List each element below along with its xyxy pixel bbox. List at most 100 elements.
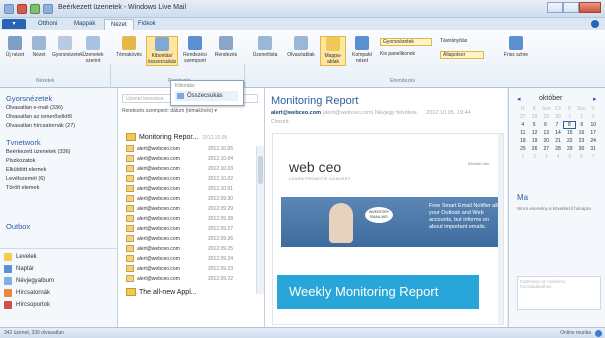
account-heading[interactable]: Tvnetwork (6, 138, 41, 147)
tab-file[interactable]: ▾ (2, 19, 26, 29)
folder-item-deleted[interactable]: Törölt elemek (6, 185, 39, 191)
calendar-day[interactable]: 27 (540, 145, 552, 153)
calendar-day[interactable]: 5 (528, 121, 539, 129)
tab-view[interactable]: Nézet (104, 19, 134, 30)
calendar-day[interactable]: 23 (576, 137, 588, 145)
folder-item-inbox[interactable]: Beérkezett üzenetek (336) (6, 149, 71, 155)
calendar-day[interactable]: 27 (517, 113, 529, 121)
calendar-day[interactable]: 1 (564, 113, 576, 121)
calendar-day[interactable]: 10 (588, 121, 599, 129)
by-messages-button[interactable]: Üzenetek szerint (80, 36, 106, 64)
calendar-day[interactable]: 2 (576, 113, 588, 121)
add-event-box[interactable]: Kattintson az esemény hozzáadásához (517, 276, 601, 310)
calendar-day[interactable]: 25 (517, 145, 529, 153)
threading-button[interactable]: Témakövés (114, 36, 144, 58)
calendar-day[interactable]: 30 (576, 145, 588, 153)
calendar-day[interactable]: 9 (576, 121, 587, 129)
calendar-day[interactable]: 26 (529, 145, 541, 153)
list-item[interactable]: alert@webceo.com 2012.09.27 (126, 224, 254, 234)
minimize-button[interactable] (547, 2, 563, 13)
promo-banner[interactable]: INVENTORY EMAIL ME! Free Smart Email Not… (281, 197, 503, 247)
list-item[interactable]: alert@webceo.com 2012.09.23 (126, 264, 254, 274)
calendar-day[interactable]: 16 (576, 129, 588, 137)
expand-collapse-button[interactable]: Kibontás/ összecsukás (146, 36, 178, 66)
color-button[interactable]: Friss színe (502, 36, 530, 58)
list-scrollbar[interactable] (256, 146, 264, 294)
list-item[interactable]: alert@webceo.com 2012.10.01 (126, 184, 254, 194)
nav-contacts[interactable]: Névjegyalbum (4, 277, 54, 285)
list-item[interactable]: alert@webceo.com 2012.09.24 (126, 254, 254, 264)
calendar-day[interactable]: 7 (587, 153, 599, 161)
nav-calendar[interactable]: Naptár (4, 265, 34, 273)
calendar-day[interactable]: 18 (517, 137, 529, 145)
calendar-day[interactable]: 11 (517, 129, 529, 137)
add-contact-link[interactable]: (alert@webceo.com) Névjegy felvétele (323, 110, 417, 116)
calendar-day[interactable]: 8 (562, 121, 577, 129)
outbox-heading[interactable]: Outbox (6, 222, 30, 231)
calendar-day[interactable]: 13 (540, 129, 552, 137)
maximize-button[interactable] (563, 2, 579, 13)
quick-views-toggle[interactable]: Gyorsnézetek (380, 38, 432, 46)
folder-item-sent[interactable]: Elküldött elemek (6, 167, 46, 173)
list-item[interactable]: alert@webceo.com 2012.10.04 (126, 154, 254, 164)
quick-view-item[interactable]: Olvasatlan e-mail (336) (6, 105, 63, 111)
calendar-day[interactable]: 15 (564, 129, 576, 137)
folder-item-junk[interactable]: Levélszemét (6) (6, 176, 45, 182)
tab-folders[interactable]: Mappák (68, 19, 101, 29)
tab-accounts[interactable]: Fiókok (132, 19, 162, 29)
list-item[interactable]: alert@webceo.com 2012.09.29 (126, 204, 254, 214)
calendar-day[interactable]: 3 (540, 153, 552, 161)
folder-pane-button[interactable]: Mappa-ablak (320, 36, 346, 66)
calendar-day[interactable]: 4 (552, 153, 564, 161)
calendar-day[interactable]: 1 (517, 153, 529, 161)
calendar-day[interactable]: 6 (576, 153, 588, 161)
status-bar-toggle[interactable]: Állapotsor (440, 51, 484, 59)
quick-view-item[interactable]: Olvasatlan az ismerősöktől (6, 114, 72, 120)
calendar-day[interactable]: 28 (529, 113, 541, 121)
calendar-day[interactable]: 19 (529, 137, 541, 145)
calendar-day[interactable]: 14 (552, 129, 564, 137)
new-view-button[interactable]: Új nézet (4, 36, 26, 58)
remote-toggle[interactable]: Távirányítás (440, 38, 492, 44)
quick-views-button[interactable]: Gyorsnézetek (52, 36, 83, 58)
tab-home[interactable]: Otthoni (32, 19, 63, 29)
nav-newsgroups[interactable]: Hírcsoportok (4, 301, 50, 309)
nav-feeds[interactable]: Hírcsatornák (4, 289, 50, 297)
nav-mail[interactable]: Levelek (4, 253, 37, 261)
calendar-day[interactable]: 20 (540, 137, 552, 145)
calendar-day[interactable]: 4 (517, 121, 528, 129)
body-scrollbar[interactable] (498, 134, 503, 324)
list-item[interactable]: alert@webceo.com 2012.09.28 (126, 214, 254, 224)
help-icon[interactable] (591, 20, 599, 28)
calendar-day[interactable]: 7 (551, 121, 562, 129)
list-item[interactable]: alert@webceo.com 2012.09.25 (126, 244, 254, 254)
calendar-day[interactable]: 22 (564, 137, 576, 145)
close-button[interactable] (579, 2, 601, 13)
small-pane-icons-toggle[interactable]: Kis panelikonok (380, 51, 436, 57)
calendar-day[interactable]: 31 (587, 145, 599, 153)
header-link[interactable]: Bővebb Info (468, 161, 489, 166)
calendar-day[interactable]: 30 (552, 113, 564, 121)
list-item[interactable]: alert@webceo.com 2012.09.30 (126, 194, 254, 204)
collapse-menu-item[interactable]: Összecsukás (175, 91, 238, 101)
view-button[interactable]: Nézet (28, 36, 50, 58)
sort-button[interactable]: Rendezés (212, 36, 240, 58)
calendar-next-button[interactable]: ▸ (593, 95, 597, 103)
calendar-day[interactable]: 12 (529, 129, 541, 137)
reading-pane-button[interactable]: Olvasóablak (284, 36, 318, 58)
calendar-day[interactable]: 5 (564, 153, 576, 161)
calendar-day[interactable]: 6 (540, 121, 551, 129)
calendar-day[interactable]: 21 (552, 137, 564, 145)
list-item[interactable]: alert@webceo.com 2012.10.03 (126, 164, 254, 174)
compact-view-button[interactable]: Kompakt nézet (348, 36, 376, 64)
quick-views-heading[interactable]: Gyorsnézetek (6, 94, 52, 103)
sort-by-button[interactable]: Rendezési szempont (180, 36, 210, 64)
calendar-day[interactable]: 24 (587, 137, 599, 145)
sort-selector[interactable]: Rendezés szempont: dátum (témakövés) ▾ (122, 108, 217, 114)
calendar-day[interactable]: 28 (552, 145, 564, 153)
calendar-day[interactable]: 2 (529, 153, 541, 161)
message-list-button[interactable]: Üzenetlista (248, 36, 282, 58)
qat-dropdown-icon[interactable] (43, 3, 53, 14)
calendar-day[interactable]: 3 (587, 113, 599, 121)
calendar-prev-button[interactable]: ◂ (517, 95, 521, 103)
